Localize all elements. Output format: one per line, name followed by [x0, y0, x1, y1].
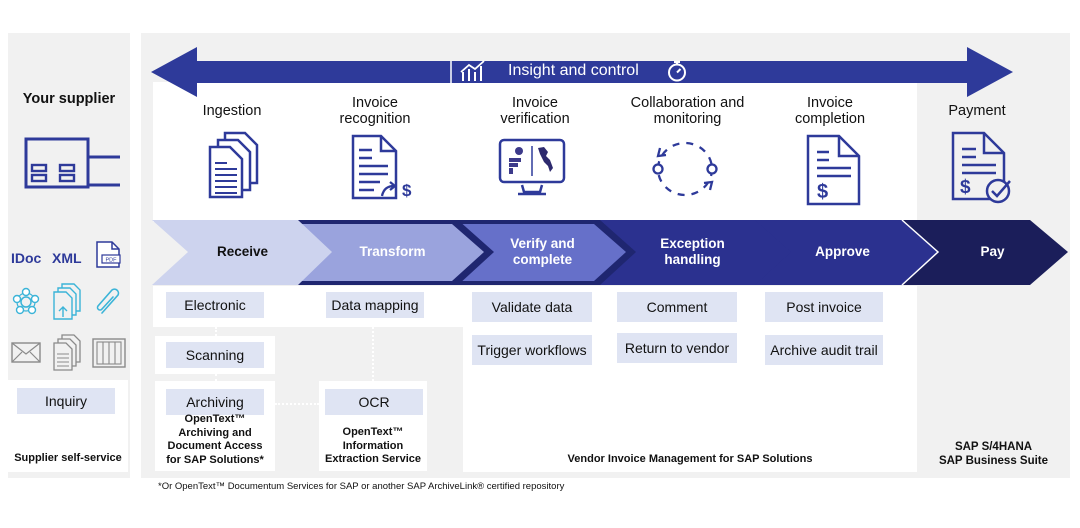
chip-validate-data[interactable]: Validate data: [472, 292, 592, 322]
chip-electronic[interactable]: Electronic: [166, 292, 264, 318]
chip-data-mapping[interactable]: Data mapping: [326, 292, 424, 318]
chevron-label-transform: Transform: [359, 244, 426, 259]
product-archiving: OpenText™ Archiving and Document Access …: [166, 413, 264, 466]
product-sap-s4hana: SAP S/4HANA: [954, 441, 1033, 453]
connector-scanning-archiving: [215, 374, 217, 381]
chip-comment[interactable]: Comment: [617, 292, 737, 322]
chevron-label-verify: Verify and complete: [510, 236, 575, 267]
product-sap-business-suite: SAP Business Suite: [938, 455, 1049, 467]
chip-ocr[interactable]: OCR: [325, 389, 423, 415]
chip-archive-audit-trail[interactable]: Archive audit trail: [765, 335, 883, 365]
chip-scanning[interactable]: Scanning: [166, 342, 264, 368]
product-vim: Vendor Invoice Management for SAP Soluti…: [567, 453, 813, 465]
chip-post-invoice[interactable]: Post invoice: [765, 292, 883, 322]
chevron-label-pay: Pay: [980, 244, 1005, 259]
product-ocr: OpenText™ Information Extraction Service: [325, 426, 421, 465]
connector-electronic-scanning: [215, 327, 217, 336]
footnote: *Or OpenText™ Documentum Services for SA…: [158, 481, 565, 492]
chevron-label-approve: Approve: [815, 244, 870, 259]
chip-return-to-vendor[interactable]: Return to vendor: [617, 333, 737, 363]
connector-mapping-ocr: [372, 327, 374, 381]
chip-archiving[interactable]: Archiving: [166, 389, 264, 415]
chevron-label-exception: Exception handling: [660, 236, 725, 267]
chevron-label-receive: Receive: [216, 244, 269, 259]
connector-archiving-ocr: [275, 403, 319, 405]
chip-trigger-workflows[interactable]: Trigger workflows: [472, 335, 592, 365]
